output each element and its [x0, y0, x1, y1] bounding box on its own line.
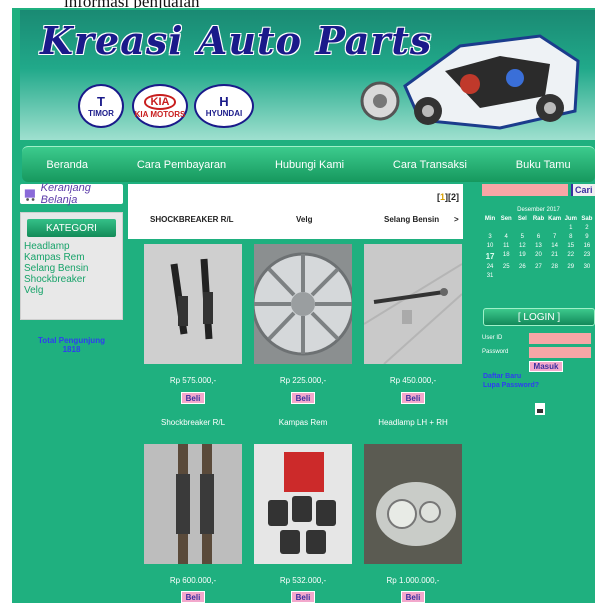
product-image[interactable]: [144, 444, 242, 564]
login-header: [ LOGIN ]: [483, 308, 595, 326]
shockbreaker-image: [144, 244, 242, 364]
ticker-item[interactable]: Velg: [296, 215, 312, 224]
pagination: [1][2]: [436, 192, 459, 202]
nav-buku-tamu[interactable]: Buku Tamu: [516, 159, 571, 171]
nav-hubungi-kami[interactable]: Hubungi Kami: [275, 159, 344, 171]
product-image[interactable]: [364, 244, 462, 364]
visitor-counter: Total Pengunjung 1818: [20, 336, 123, 354]
login-button[interactable]: Masuk: [529, 361, 563, 372]
hyundai-logo: H HYUNDAI: [194, 84, 254, 128]
cart-link[interactable]: Keranjang Belanja: [20, 182, 123, 206]
user-id-label: User ID: [482, 335, 503, 341]
product-image[interactable]: [254, 444, 352, 564]
ticker-item[interactable]: Selang Bensin: [384, 215, 439, 224]
product-name[interactable]: Kampas Rem: [248, 418, 358, 427]
nav-cara-pembayaran[interactable]: Cara Pembayaran: [137, 159, 226, 171]
password-field[interactable]: [529, 347, 591, 358]
product-price: Rp 532.000,-: [279, 576, 327, 585]
product-price: Rp 225.000,-: [279, 376, 327, 385]
category-velg[interactable]: Velg: [21, 285, 122, 296]
kampas-rem-image: [254, 444, 352, 564]
product-price: Rp 600.000,-: [169, 576, 217, 585]
category-title: KATEGORI: [27, 219, 116, 237]
product-price: Rp 450.000,-: [389, 376, 437, 385]
selang-bensin-image: [364, 244, 462, 364]
category-box: KATEGORI Headlamp Kampas Rem Selang Bens…: [20, 212, 123, 320]
search-button[interactable]: Cari: [571, 184, 595, 196]
nav-beranda[interactable]: Beranda: [46, 159, 88, 171]
calendar-month: Desember 2017: [517, 207, 560, 213]
category-selang-bensin[interactable]: Selang Bensin: [21, 263, 122, 274]
document-icon[interactable]: [535, 403, 545, 415]
buy-button[interactable]: Beli: [291, 392, 315, 404]
cart-icon: [24, 189, 35, 201]
visitors-count: 1818: [62, 345, 81, 354]
car-parts-image: [360, 34, 580, 130]
velg-image: [254, 244, 352, 364]
timor-logo: T TIMOR: [78, 84, 124, 128]
user-id-field[interactable]: [529, 333, 591, 344]
calendar-today: 17: [485, 252, 495, 261]
password-label: Password: [482, 349, 509, 355]
product-image[interactable]: [364, 444, 462, 564]
visitors-label: Total Pengunjung: [38, 336, 105, 345]
search-input[interactable]: [482, 184, 568, 196]
product-image[interactable]: [144, 244, 242, 364]
header-banner: Kreasi Auto Parts T TIMOR KIA KIA MOTORS…: [20, 10, 595, 140]
product-name[interactable]: Shockbreaker R/L: [138, 418, 248, 427]
buy-button[interactable]: Beli: [181, 392, 205, 404]
category-headlamp[interactable]: Headlamp: [21, 241, 122, 252]
main-nav: Beranda Cara Pembayaran Hubungi Kami Car…: [22, 146, 595, 182]
category-kampas-rem[interactable]: Kampas Rem: [21, 252, 122, 263]
shockbreaker-rl-image: [144, 444, 242, 564]
headlamp-image: [364, 444, 462, 564]
forgot-password-link[interactable]: Lupa Password?: [483, 382, 539, 389]
product-price: Rp 1.000.000,-: [386, 576, 440, 585]
buy-button[interactable]: Beli: [181, 591, 205, 603]
register-link[interactable]: Daftar Baru: [483, 373, 521, 380]
product-name[interactable]: Headlamp LH + RH: [358, 418, 468, 427]
ticker-next[interactable]: >: [454, 215, 459, 224]
buy-button[interactable]: Beli: [291, 591, 315, 603]
ticker-item[interactable]: SHOCKBREAKER R/L: [150, 215, 234, 224]
buy-button[interactable]: Beli: [401, 392, 425, 404]
product-image[interactable]: [254, 244, 352, 364]
product-price: Rp 575.000,-: [169, 376, 217, 385]
calendar-grid: Min Sen Sel Rab Kam Jum Sab 1 2 3 4 5 6 …: [482, 216, 595, 279]
category-shockbreaker[interactable]: Shockbreaker: [21, 274, 122, 285]
nav-cara-transaksi[interactable]: Cara Transaksi: [393, 159, 467, 171]
kia-logo: KIA KIA MOTORS: [132, 84, 188, 128]
buy-button[interactable]: Beli: [401, 591, 425, 603]
calendar-widget: Desember 2017 Min Sen Sel Rab Kam Jum Sa…: [482, 207, 595, 279]
featured-ticker-panel: [1][2] SHOCKBREAKER R/L Velg Selang Bens…: [128, 184, 463, 239]
